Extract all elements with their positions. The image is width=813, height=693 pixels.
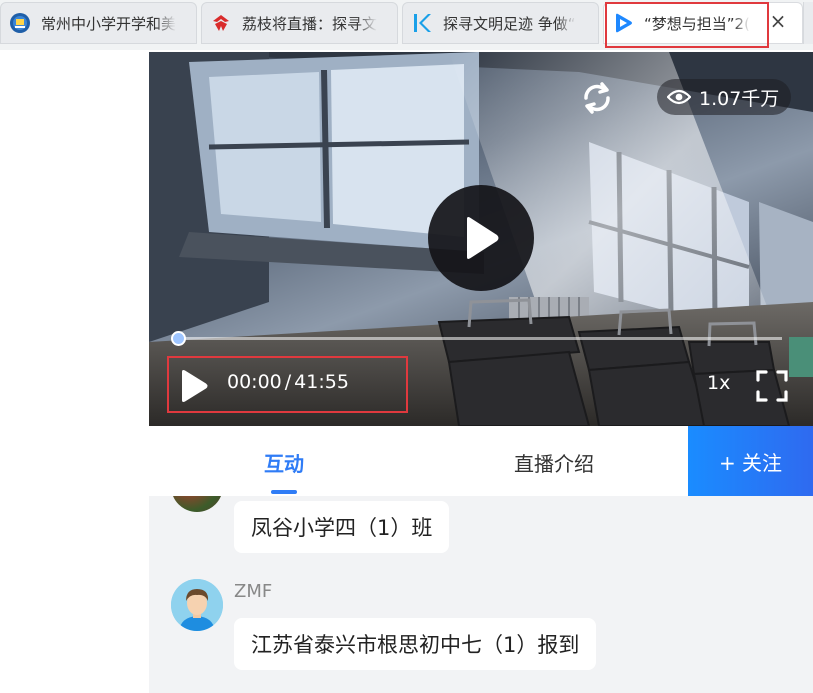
chat-username: ZMF — [234, 581, 273, 602]
content-tab-bar: 互动 直播介绍 + 关注 — [149, 426, 813, 496]
fullscreen-icon[interactable] — [755, 369, 789, 403]
close-tab-icon[interactable]: × — [768, 11, 788, 31]
tab-live-intro[interactable]: 直播介绍 — [514, 448, 594, 477]
user-avatar-icon — [171, 579, 223, 631]
school-badge-icon — [9, 12, 31, 34]
browser-tab-title: 荔枝将直播：探寻文 — [242, 14, 378, 33]
time-separator: / — [284, 371, 292, 393]
chat-message: 江苏省泰兴市根思初中七（1）报到 — [234, 618, 597, 670]
current-time: 00:00 — [227, 371, 282, 393]
view-count: 1.07千万 — [699, 87, 780, 110]
total-duration: 41:55 — [294, 371, 349, 393]
play-pause-button[interactable] — [179, 369, 209, 403]
active-tab-underline — [271, 490, 297, 494]
browser-tab-3[interactable]: 探寻文明足迹 争做“ — [402, 2, 599, 44]
browser-tab-2[interactable]: 荔枝将直播：探寻文 — [201, 2, 398, 44]
browser-tab-1[interactable]: 常州中小学开学和美 — [0, 2, 197, 44]
litchi-news-icon — [210, 12, 232, 34]
time-display: 00:00 / 41:55 — [227, 371, 349, 393]
play-logo-icon — [612, 12, 634, 34]
k-logo-icon — [411, 12, 433, 34]
progress-bar[interactable] — [171, 331, 782, 346]
follow-button[interactable]: + 关注 — [688, 426, 813, 496]
browser-tab-strip: 常州中小学开学和美 荔枝将直播：探寻文 探寻文明足迹 争做“ “梦想与担当”2( — [0, 0, 813, 50]
chat-list[interactable]: 凤谷小学四（1）班 ZMF 江苏省泰兴市根思初中七（1）报到 — [149, 496, 813, 693]
browser-tab-title: 探寻文明足迹 争做“ — [443, 14, 576, 33]
avatar — [171, 579, 223, 631]
big-play-button[interactable] — [428, 185, 534, 291]
chat-message: 凤谷小学四（1）班 — [234, 501, 450, 553]
play-icon — [467, 217, 499, 259]
browser-tab-edge — [803, 2, 813, 44]
playback-speed-button[interactable]: 1x — [707, 372, 730, 394]
browser-tab-title: “梦想与担当”2( — [644, 14, 750, 33]
progress-knob[interactable] — [171, 331, 186, 346]
play-icon — [182, 370, 208, 402]
tab-interact[interactable]: 互动 — [264, 448, 304, 477]
browser-tab-title: 常州中小学开学和美 — [41, 14, 177, 33]
eye-icon — [667, 89, 691, 105]
video-player[interactable]: 1.07千万 00:00 / 41:55 1x — [149, 52, 813, 426]
avatar — [171, 496, 223, 512]
view-count-badge: 1.07千万 — [657, 79, 792, 115]
refresh-icon[interactable] — [578, 79, 616, 117]
